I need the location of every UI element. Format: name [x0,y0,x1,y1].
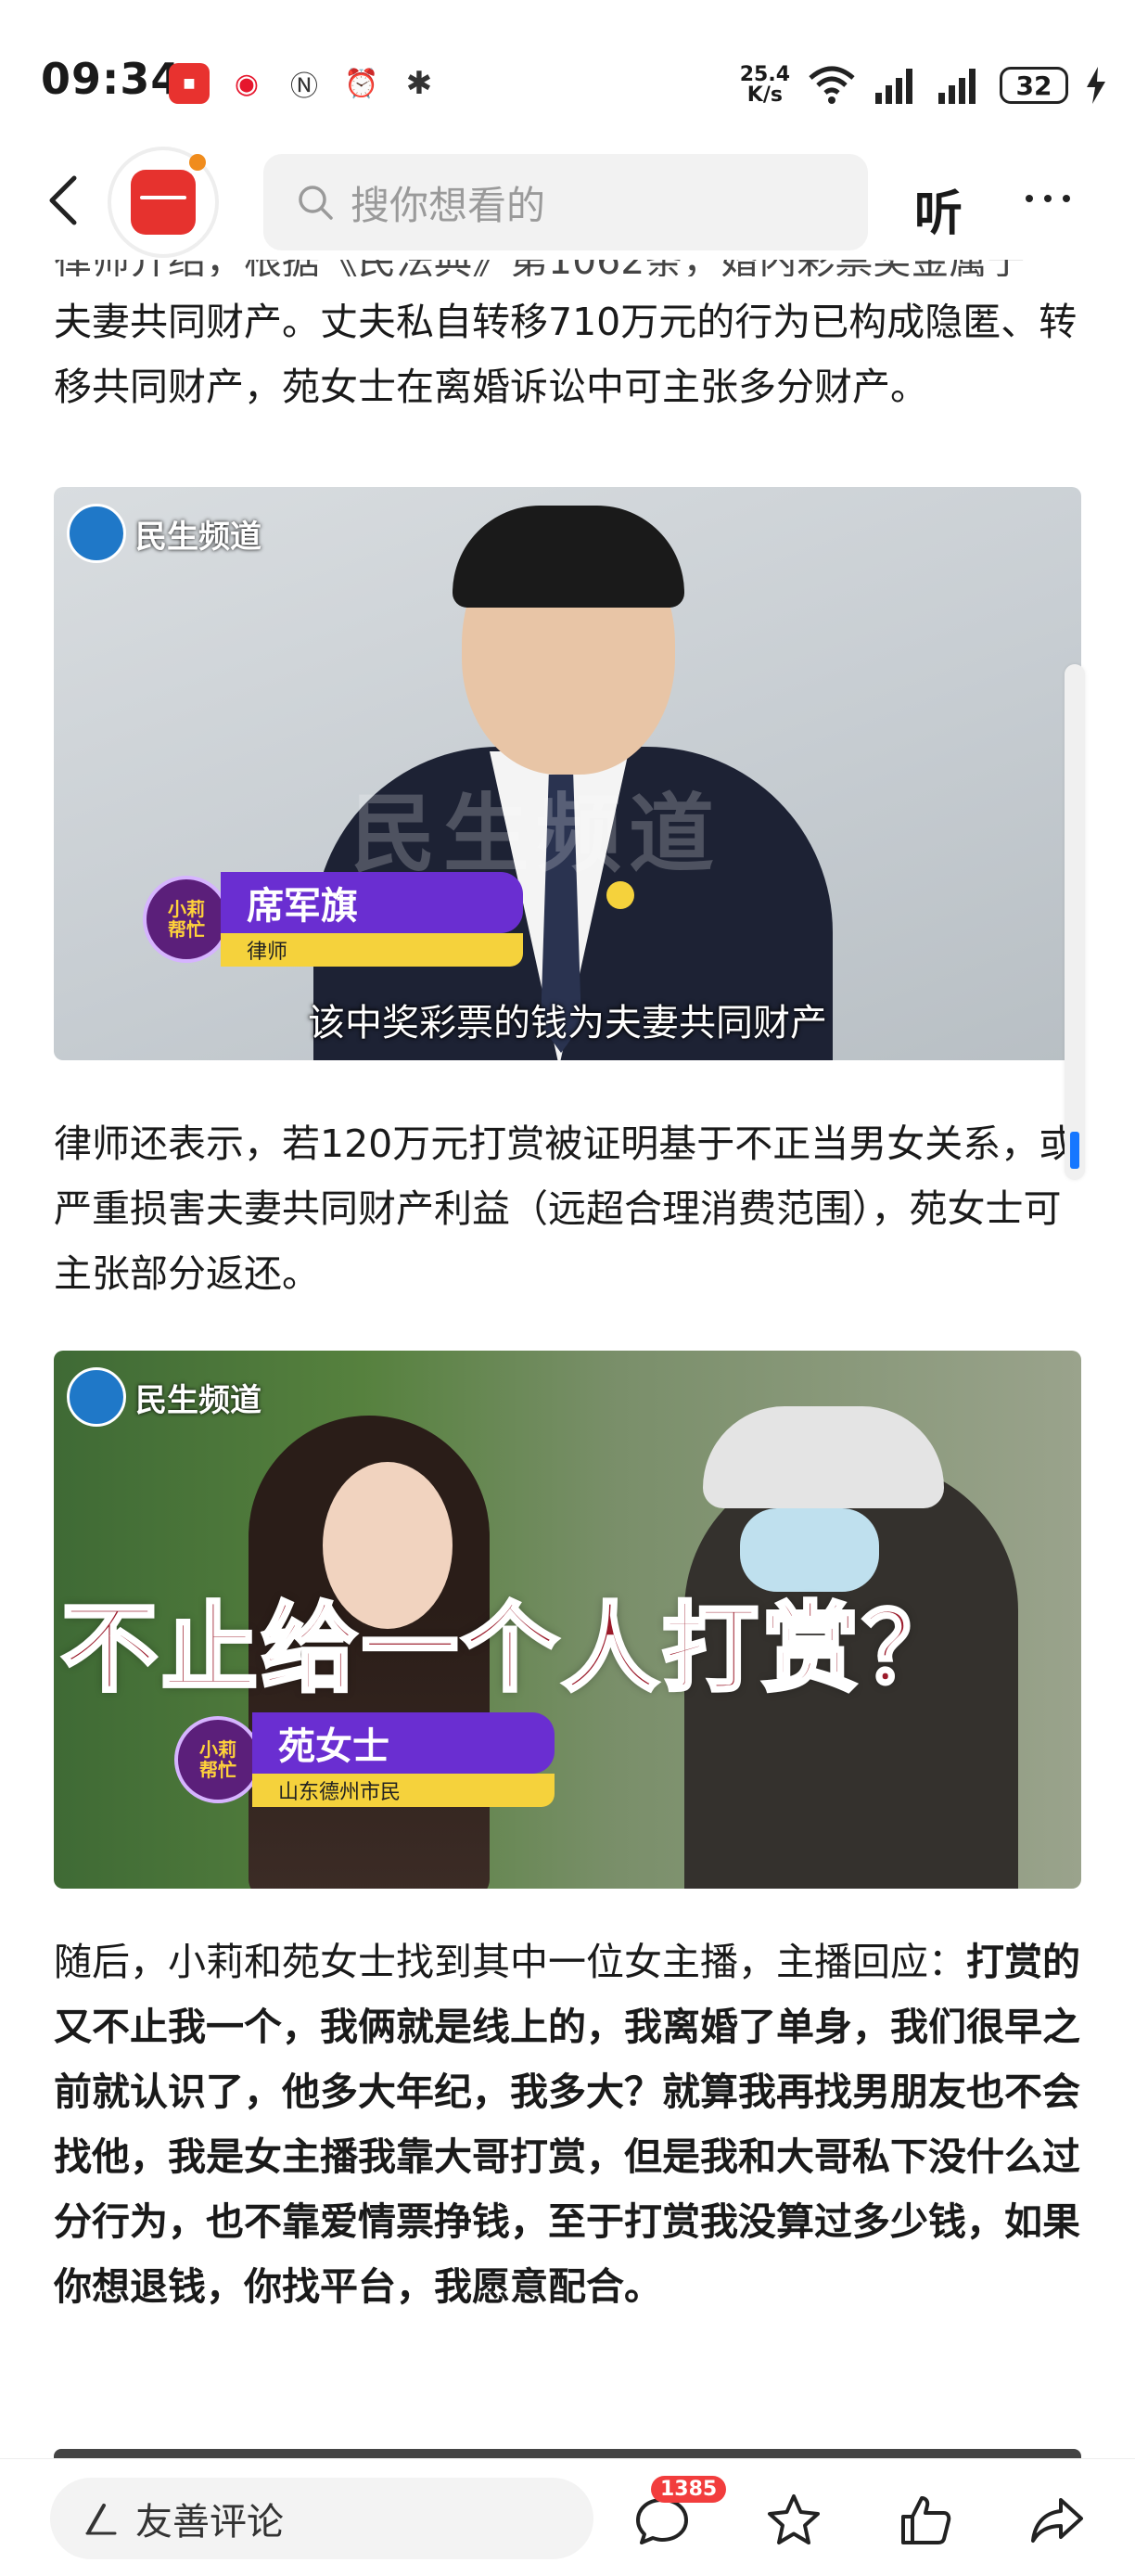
bluetooth-icon: ✱ [405,65,433,102]
name-tag: 小莉 帮忙 苑女士 山东德州市民 [174,1712,555,1807]
program-badge-icon: 小莉 帮忙 [174,1716,261,1803]
signal-icon-1 [875,69,912,104]
video-subtitle: 该中奖彩票的钱为夫妻共同财产 [308,1002,827,1044]
article-paragraph-3: 随后，小莉和苑女士找到其中一位女主播，主播回应：打赏的又不止我一个，我俩就是线上… [54,1940,1080,2309]
person-name: 席军旗 [221,872,523,933]
comment-placeholder: 友善评论 [135,2501,284,2544]
person-role: 律师 [221,933,523,967]
alarm-icon: ⏰ [344,67,379,100]
article-paragraph-1: 夫妻共同财产。丈夫私自转移710万元的行为已构成隐匿、转移共同财产，苑女士在离婚… [54,300,1078,409]
wifi-icon [809,66,855,104]
next-image-edge [54,2449,1081,2458]
channel-logo-icon [67,1367,126,1427]
publisher-avatar[interactable] [111,150,215,254]
article-image-interview[interactable]: 民生频道 不止给一个人打赏？ 小莉 帮忙 苑女士 山东德州市民 [54,1351,1081,1889]
search-input[interactable]: 搜你想看的 [263,154,868,250]
charging-icon [1087,67,1105,104]
scrollbar[interactable] [1065,664,1085,1180]
image-watermark: 民生频道 [351,785,722,884]
pen-icon [85,2504,117,2535]
scrollbar-thumb[interactable] [1070,1132,1079,1169]
network-speed: 25.4 K/s [739,63,790,107]
video-headline-caption: 不止给一个人打赏？ [59,1590,963,1707]
status-bar: 09:34 ■ ◉ Ⓝ ⏰ ✱ 25.4 K/s 32 [0,0,1135,139]
back-arrow-icon[interactable] [41,173,87,228]
channel-logo: 民生频道 [67,504,261,563]
system-status: 25.4 K/s 32 [740,58,1107,113]
share-arrow-icon[interactable] [1027,2491,1087,2550]
person-role: 山东德州市民 [252,1774,555,1807]
notification-icons: ■ ◉ Ⓝ ⏰ ✱ [169,58,440,109]
battery-indicator: 32 [1000,67,1068,104]
channel-logo: 民生频道 [67,1367,261,1427]
search-icon [299,186,333,220]
comment-count-badge: 1385 [651,2476,727,2503]
channel-logo-icon [67,504,126,563]
nfc-icon: Ⓝ [290,70,318,103]
red-envelope-icon [131,170,196,235]
favorite-star-icon[interactable] [764,2491,823,2550]
weibo-icon: ◉ [234,67,260,100]
article-paragraph-2: 律师还表示，若120万元打赏被证明基于不正当男女关系，或严重损害夫妻共同财产利益… [54,1121,1078,1296]
status-time: 09:34 [41,54,182,104]
program-badge-icon: 小莉 帮忙 [143,876,230,963]
like-thumb-icon[interactable] [896,2491,955,2550]
comment-input[interactable]: 友善评论 [50,2478,593,2559]
listen-button[interactable]: 听 [914,174,963,244]
top-navigation: 搜你想看的 听 [0,139,1135,260]
person-name: 苑女士 [252,1712,555,1774]
name-tag: 小莉 帮忙 席军旗 律师 [143,872,634,967]
search-placeholder: 搜你想看的 [351,182,546,228]
signal-icon-2 [938,69,976,104]
bottom-action-bar: 友善评论 1385 [0,2458,1135,2576]
article-image-lawyer[interactable]: 民生频道 民生频道 小莉 帮忙 席军旗 律师 该中奖彩票的钱为夫妻共同财产 [54,487,1081,1060]
more-options-icon[interactable] [1026,195,1070,202]
huawei-app-icon: ■ [169,63,210,104]
